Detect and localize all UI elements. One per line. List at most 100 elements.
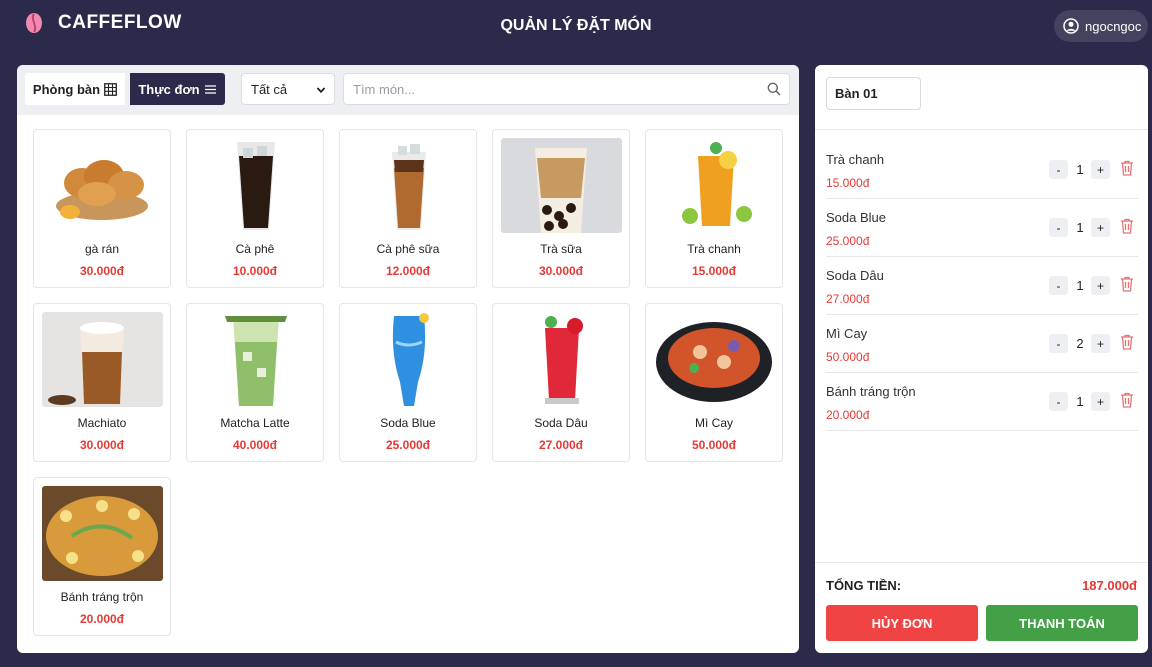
menu-item-name: Machiato (77, 416, 127, 430)
menu-item-card[interactable]: gà rán 30.000đ (33, 129, 171, 288)
decrease-qty-button[interactable]: - (1049, 276, 1068, 295)
order-item-name: Mì Cay (826, 326, 868, 341)
menu-item-price: 12.000đ (385, 264, 431, 278)
black-coffee-image (195, 138, 316, 233)
tab-menu[interactable]: Thực đơn (130, 73, 225, 105)
username: ngocngoc (1085, 18, 1142, 34)
order-item-name: Trà chanh (826, 152, 885, 167)
cancel-order-button[interactable]: HỦY ĐƠN (826, 605, 978, 641)
increase-qty-button[interactable]: + (1091, 160, 1110, 179)
menu-item-name: Soda Dâu (534, 416, 588, 430)
menu-item-name: Cà phê sữa (376, 242, 440, 256)
order-item-price: 20.000đ (826, 408, 870, 422)
search-icon[interactable] (767, 82, 781, 96)
menu-item-price: 50.000đ (691, 438, 737, 452)
table-selector[interactable]: Bàn 01 (826, 77, 921, 110)
order-item: Soda Dâu 27.000đ - 1 + (826, 257, 1138, 315)
order-item-name: Soda Dâu (826, 268, 884, 283)
menu-item-price: 40.000đ (232, 438, 278, 452)
menu-item-price: 20.000đ (79, 612, 125, 626)
trash-icon[interactable] (1120, 392, 1134, 408)
menu-item-card[interactable]: Machiato 30.000đ (33, 303, 171, 462)
macchiato-image (42, 312, 163, 407)
quantity-value: 1 (1076, 162, 1084, 177)
increase-qty-button[interactable]: + (1091, 276, 1110, 295)
fried-chicken-image (42, 138, 163, 233)
menu-item-card[interactable]: Cà phê sữa 12.000đ (339, 129, 477, 288)
menu-item-name: Mì Cay (694, 416, 733, 430)
menu-item-price: 25.000đ (385, 438, 431, 452)
menu-item-price: 30.000đ (79, 264, 125, 278)
menu-item-card[interactable]: Soda Blue 25.000đ (339, 303, 477, 462)
trash-icon[interactable] (1120, 334, 1134, 350)
trash-icon[interactable] (1120, 276, 1134, 292)
menu-item-price: 15.000đ (691, 264, 737, 278)
total-value: 187.000đ (1082, 578, 1137, 593)
menu-item-price: 30.000đ (79, 438, 125, 452)
strawberry-soda-image (501, 312, 622, 407)
milk-coffee-image (348, 138, 469, 233)
order-item: Trà chanh 15.000đ - 1 + (826, 141, 1138, 199)
tab-menu-label: Thực đơn (138, 81, 200, 97)
menu-item-name: Trà chanh (687, 242, 741, 256)
menu-item-name: Matcha Latte (220, 416, 290, 430)
quantity-value: 2 (1076, 336, 1084, 351)
order-item-price: 27.000đ (826, 292, 870, 306)
order-item-name: Soda Blue (826, 210, 886, 225)
menu-item-card[interactable]: Bánh tráng trộn 20.000đ (33, 477, 171, 636)
decrease-qty-button[interactable]: - (1049, 334, 1068, 353)
order-item-name: Bánh tráng trộn (826, 384, 916, 399)
quantity-value: 1 (1076, 220, 1084, 235)
tab-tables-label: Phòng bàn (32, 81, 101, 97)
menu-item-name: Soda Blue (380, 416, 436, 430)
menu-item-name: Trà sữa (540, 242, 582, 256)
decrease-qty-button[interactable]: - (1049, 218, 1068, 237)
divider (815, 562, 1148, 563)
coffee-bean-logo-icon (26, 13, 42, 33)
decrease-qty-button[interactable]: - (1049, 392, 1068, 411)
checkout-button[interactable]: THANH TOÁN (986, 605, 1138, 641)
menu-item-card[interactable]: Trà sữa 30.000đ (492, 129, 630, 288)
order-item: Mì Cay 50.000đ - 2 + (826, 315, 1138, 373)
decrease-qty-button[interactable]: - (1049, 160, 1068, 179)
order-item-price: 25.000đ (826, 234, 870, 248)
increase-qty-button[interactable]: + (1091, 334, 1110, 353)
menu-item-card[interactable]: Soda Dâu 27.000đ (492, 303, 630, 462)
tab-tables[interactable]: Phòng bàn (25, 73, 125, 105)
order-item: Bánh tráng trộn 20.000đ - 1 + (826, 373, 1138, 431)
menu-item-card[interactable]: Trà chanh 15.000đ (645, 129, 783, 288)
user-circle-icon (1063, 18, 1079, 34)
trash-icon[interactable] (1120, 160, 1134, 176)
matcha-latte-image (195, 312, 316, 407)
increase-qty-button[interactable]: + (1091, 392, 1110, 411)
menu-item-card[interactable]: Matcha Latte 40.000đ (186, 303, 324, 462)
table-grid-icon (104, 82, 117, 96)
menu-toolbar: Phòng bàn Thực đơn Tất cả (17, 65, 799, 115)
spicy-noodle-image (654, 312, 775, 407)
category-selected: Tất cả (251, 81, 288, 97)
rice-paper-salad-image (42, 486, 163, 581)
order-item-price: 50.000đ (826, 350, 870, 364)
menu-item-price: 30.000đ (538, 264, 584, 278)
increase-qty-button[interactable]: + (1091, 218, 1110, 237)
trash-icon[interactable] (1120, 218, 1134, 234)
menu-item-card[interactable]: Cà phê 10.000đ (186, 129, 324, 288)
total-label: TỔNG TIỀN: (826, 578, 902, 593)
category-select[interactable]: Tất cả (241, 73, 335, 105)
order-item: Soda Blue 25.000đ - 1 + (826, 199, 1138, 257)
milk-tea-image (501, 138, 622, 233)
soda-blue-image (348, 312, 469, 407)
hamburger-icon (204, 84, 216, 94)
menu-item-price: 27.000đ (538, 438, 584, 452)
search-input[interactable] (344, 74, 744, 104)
menu-item-card[interactable]: Mì Cay 50.000đ (645, 303, 783, 462)
menu-item-name: Cà phê (235, 242, 275, 256)
order-panel: Bàn 01 Trà chanh 15.000đ - 1 + Soda Blue… (815, 65, 1148, 653)
quantity-value: 1 (1076, 394, 1084, 409)
brand[interactable]: CAFFEFLOW (24, 12, 182, 34)
user-menu-button[interactable]: ngocngoc (1054, 10, 1148, 42)
brand-name: CAFFEFLOW (58, 12, 182, 33)
search-box (343, 73, 790, 105)
divider (815, 129, 1148, 130)
lemon-tea-image (654, 138, 775, 233)
